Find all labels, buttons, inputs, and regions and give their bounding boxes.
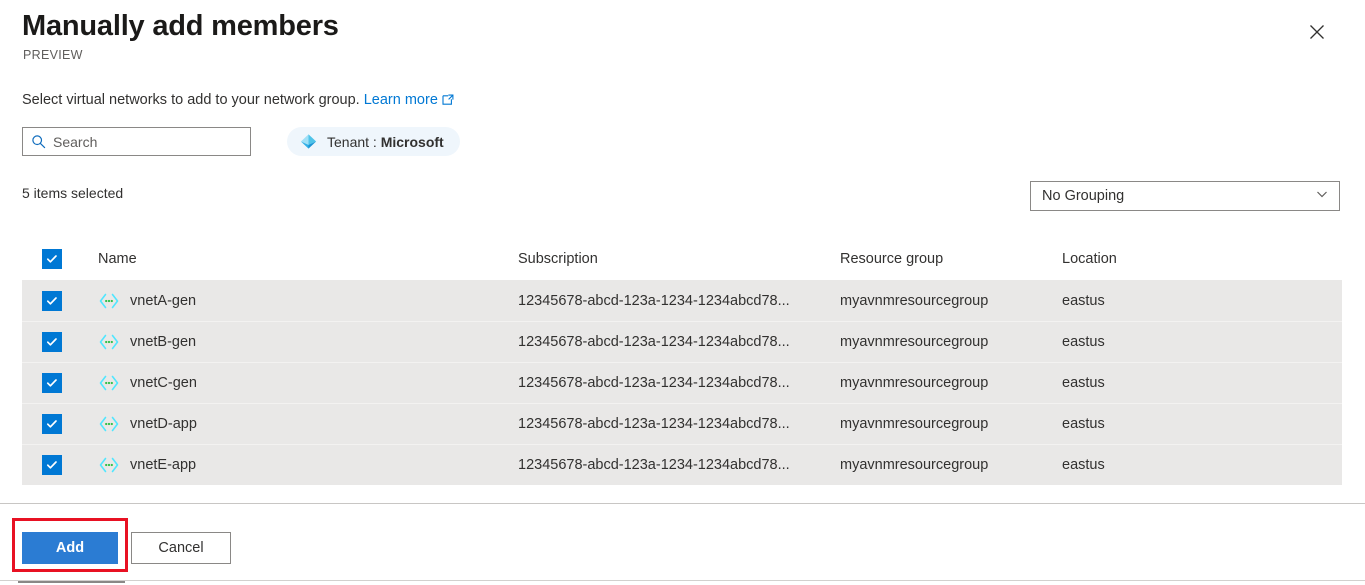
description-text: Select virtual networks to add to your n… [22, 92, 360, 108]
column-header-resource-group[interactable]: Resource group [840, 251, 1062, 267]
learn-more-link[interactable]: Learn more [364, 92, 438, 108]
tenant-prefix: Tenant : [327, 133, 381, 150]
row-name-cell: vnetA-gen [98, 290, 518, 312]
virtual-network-icon [98, 331, 120, 353]
row-checkbox[interactable] [42, 414, 62, 434]
row-subscription: 12345678-abcd-123a-1234-1234abcd78... [518, 416, 790, 432]
preview-badge: PREVIEW [23, 48, 83, 62]
row-select-cell [22, 332, 98, 352]
row-subscription: 12345678-abcd-123a-1234-1234abcd78... [518, 375, 790, 391]
row-select-cell [22, 414, 98, 434]
add-button[interactable]: Add [22, 532, 118, 564]
row-subscription: 12345678-abcd-123a-1234-1234abcd78... [518, 457, 790, 473]
virtual-network-icon [98, 454, 120, 476]
learn-more-label: Learn more [363, 92, 438, 108]
table-header-row: Name Subscription Resource group Locatio… [22, 238, 1342, 280]
row-name-cell: vnetE-app [98, 454, 518, 476]
chevron-down-icon [1315, 187, 1329, 206]
bottom-edge-strip [0, 580, 1365, 585]
row-name[interactable]: vnetD-app [130, 416, 197, 432]
table-row[interactable]: vnetD-app 12345678-abcd-123a-1234-1234ab… [22, 403, 1342, 444]
row-checkbox[interactable] [42, 332, 62, 352]
column-header-name[interactable]: Name [98, 251, 518, 267]
column-header-subscription[interactable]: Subscription [518, 251, 840, 267]
row-select-cell [22, 373, 98, 393]
page-title: Manually add members [22, 10, 339, 42]
row-name[interactable]: vnetA-gen [130, 293, 196, 309]
row-name-cell: vnetC-gen [98, 372, 518, 394]
tenant-value: Microsoft [380, 133, 444, 150]
row-select-cell [22, 290, 98, 311]
table-row[interactable]: vnetC-gen 12345678-abcd-123a-1234-1234ab… [22, 362, 1342, 403]
cancel-button[interactable]: Cancel [131, 532, 231, 564]
virtual-network-icon [98, 290, 120, 312]
row-resource-group: myavnmresourcegroup [840, 416, 989, 432]
table-row[interactable]: vnetA-gen 12345678-abcd-123a-1234-1234ab… [22, 280, 1342, 321]
row-resource-group: myavnmresourcegroup [840, 292, 989, 309]
tenant-filter-pill[interactable]: Tenant : Microsoft [287, 127, 460, 156]
table-row[interactable]: vnetB-gen 12345678-abcd-123a-1234-1234ab… [22, 321, 1342, 362]
row-select-cell [22, 455, 98, 475]
row-location: eastus [1062, 457, 1105, 473]
row-location: eastus [1062, 334, 1105, 350]
dialog-footer: Add Cancel [0, 504, 1365, 585]
row-name[interactable]: vnetE-app [130, 457, 196, 473]
select-all-checkbox[interactable] [42, 249, 62, 269]
table-row[interactable]: vnetE-app 12345678-abcd-123a-1234-1234ab… [22, 444, 1342, 485]
grouping-selected-value: No Grouping [1042, 188, 1125, 204]
row-checkbox[interactable] [42, 373, 62, 393]
azure-ad-diamond-icon [297, 131, 319, 153]
row-checkbox[interactable] [42, 455, 62, 475]
column-header-location[interactable]: Location [1062, 251, 1342, 267]
search-box[interactable] [22, 127, 251, 156]
row-name[interactable]: vnetB-gen [130, 334, 196, 350]
row-name[interactable]: vnetC-gen [130, 375, 197, 391]
row-name-cell: vnetB-gen [98, 331, 518, 353]
row-resource-group: myavnmresourcegroup [840, 375, 989, 391]
selection-count: 5 items selected [22, 185, 124, 201]
tenant-filter-label: Tenant : Microsoft [327, 134, 444, 150]
row-resource-group: myavnmresourcegroup [840, 334, 989, 350]
members-table: Name Subscription Resource group Locatio… [22, 238, 1342, 485]
row-subscription: 12345678-abcd-123a-1234-1234abcd78... [518, 292, 790, 309]
close-icon [1309, 24, 1325, 40]
table-body: vnetA-gen 12345678-abcd-123a-1234-1234ab… [22, 280, 1342, 485]
row-name-cell: vnetD-app [98, 413, 518, 435]
search-input[interactable] [53, 133, 233, 150]
row-resource-group: myavnmresourcegroup [840, 457, 989, 473]
bottom-edge-nub [18, 581, 125, 583]
virtual-network-icon [98, 413, 120, 435]
dialog-description: Select virtual networks to add to your n… [22, 89, 454, 113]
row-location: eastus [1062, 375, 1105, 391]
select-all-cell [22, 249, 98, 269]
row-subscription: 12345678-abcd-123a-1234-1234abcd78... [518, 334, 790, 350]
virtual-network-icon [98, 372, 120, 394]
close-button[interactable] [1301, 16, 1333, 48]
row-location: eastus [1062, 416, 1105, 432]
row-location: eastus [1062, 292, 1105, 309]
external-link-icon [442, 91, 454, 113]
row-checkbox[interactable] [42, 290, 62, 311]
grouping-dropdown[interactable]: No Grouping [1030, 181, 1340, 211]
search-icon [23, 134, 53, 149]
